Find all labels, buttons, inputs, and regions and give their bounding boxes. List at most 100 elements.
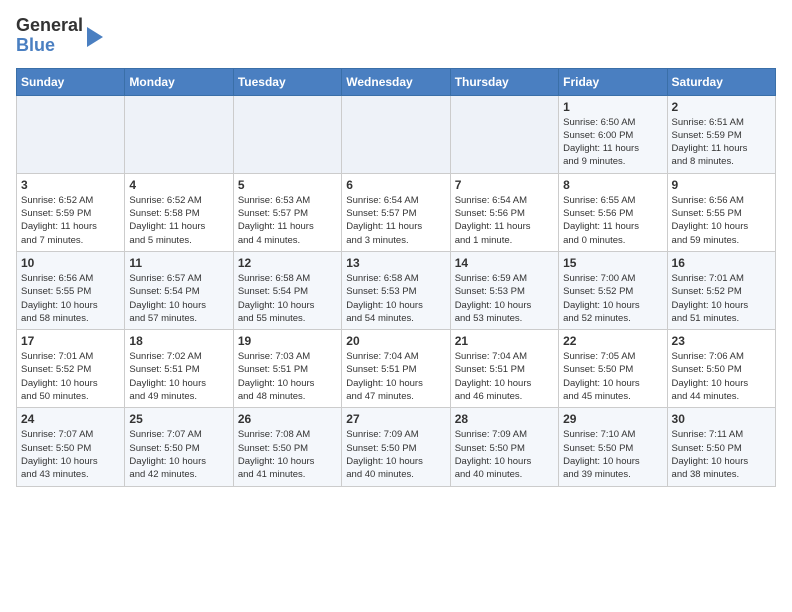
calendar-cell: 26Sunrise: 7:08 AM Sunset: 5:50 PM Dayli…: [233, 408, 341, 486]
day-info: Sunrise: 7:04 AM Sunset: 5:51 PM Dayligh…: [346, 350, 445, 403]
calendar-day-header: Saturday: [667, 68, 775, 95]
calendar-cell: 15Sunrise: 7:00 AM Sunset: 5:52 PM Dayli…: [559, 251, 667, 329]
day-number: 20: [346, 334, 445, 348]
day-info: Sunrise: 7:09 AM Sunset: 5:50 PM Dayligh…: [455, 428, 554, 481]
logo-blue: Blue: [16, 35, 55, 55]
day-number: 11: [129, 256, 228, 270]
day-info: Sunrise: 6:54 AM Sunset: 5:57 PM Dayligh…: [346, 194, 445, 247]
day-info: Sunrise: 7:10 AM Sunset: 5:50 PM Dayligh…: [563, 428, 662, 481]
day-number: 2: [672, 100, 771, 114]
page-header: General Blue: [16, 16, 776, 56]
calendar-cell: 28Sunrise: 7:09 AM Sunset: 5:50 PM Dayli…: [450, 408, 558, 486]
day-info: Sunrise: 6:57 AM Sunset: 5:54 PM Dayligh…: [129, 272, 228, 325]
day-number: 19: [238, 334, 337, 348]
calendar-week-row: 3 Sunrise: 6:52 AM Sunset: 5:59 PM Daylig…: [17, 173, 776, 251]
calendar-cell: 5 Sunrise: 6:53 AM Sunset: 5:57 PM Daylig…: [233, 173, 341, 251]
day-info: Sunrise: 7:05 AM Sunset: 5:50 PM Dayligh…: [563, 350, 662, 403]
calendar-day-header: Monday: [125, 68, 233, 95]
calendar-cell: 27 Sunrise: 7:09 AM Sunset: 5:50 PM Dayli…: [342, 408, 450, 486]
calendar-cell: 30Sunrise: 7:11 AM Sunset: 5:50 PM Dayli…: [667, 408, 775, 486]
day-number: 22: [563, 334, 662, 348]
day-number: 24: [21, 412, 120, 426]
calendar-cell: [17, 95, 125, 173]
day-info: Sunrise: 7:03 AM Sunset: 5:51 PM Dayligh…: [238, 350, 337, 403]
calendar-cell: 10Sunrise: 6:56 AM Sunset: 5:55 PM Dayli…: [17, 251, 125, 329]
day-info: Sunrise: 6:52 AM Sunset: 5:58 PM Dayligh…: [129, 194, 228, 247]
calendar-day-header: Wednesday: [342, 68, 450, 95]
calendar-cell: 25 Sunrise: 7:07 AM Sunset: 5:50 PM Dayli…: [125, 408, 233, 486]
calendar-cell: 3 Sunrise: 6:52 AM Sunset: 5:59 PM Daylig…: [17, 173, 125, 251]
calendar-cell: 6 Sunrise: 6:54 AM Sunset: 5:57 PM Daylig…: [342, 173, 450, 251]
day-number: 7: [455, 178, 554, 192]
day-info: Sunrise: 7:06 AM Sunset: 5:50 PM Dayligh…: [672, 350, 771, 403]
calendar-cell: 22 Sunrise: 7:05 AM Sunset: 5:50 PM Dayli…: [559, 330, 667, 408]
day-info: Sunrise: 6:59 AM Sunset: 5:53 PM Dayligh…: [455, 272, 554, 325]
day-info: Sunrise: 7:01 AM Sunset: 5:52 PM Dayligh…: [672, 272, 771, 325]
day-info: Sunrise: 7:07 AM Sunset: 5:50 PM Dayligh…: [129, 428, 228, 481]
calendar-cell: 2 Sunrise: 6:51 AM Sunset: 5:59 PM Daylig…: [667, 95, 775, 173]
day-number: 30: [672, 412, 771, 426]
day-info: Sunrise: 6:52 AM Sunset: 5:59 PM Dayligh…: [21, 194, 120, 247]
day-number: 18: [129, 334, 228, 348]
day-info: Sunrise: 6:56 AM Sunset: 5:55 PM Dayligh…: [672, 194, 771, 247]
day-number: 25: [129, 412, 228, 426]
day-info: Sunrise: 6:51 AM Sunset: 5:59 PM Dayligh…: [672, 116, 771, 169]
calendar-cell: [342, 95, 450, 173]
calendar-day-header: Thursday: [450, 68, 558, 95]
day-number: 14: [455, 256, 554, 270]
logo-general: General: [16, 15, 83, 35]
day-number: 3: [21, 178, 120, 192]
day-info: Sunrise: 6:56 AM Sunset: 5:55 PM Dayligh…: [21, 272, 120, 325]
calendar-week-row: 10Sunrise: 6:56 AM Sunset: 5:55 PM Dayli…: [17, 251, 776, 329]
calendar-cell: 16 Sunrise: 7:01 AM Sunset: 5:52 PM Dayli…: [667, 251, 775, 329]
day-number: 13: [346, 256, 445, 270]
calendar-cell: [125, 95, 233, 173]
day-number: 16: [672, 256, 771, 270]
day-info: Sunrise: 7:01 AM Sunset: 5:52 PM Dayligh…: [21, 350, 120, 403]
calendar-header-row: SundayMondayTuesdayWednesdayThursdayFrid…: [17, 68, 776, 95]
calendar-cell: 13Sunrise: 6:58 AM Sunset: 5:53 PM Dayli…: [342, 251, 450, 329]
calendar-cell: 11 Sunrise: 6:57 AM Sunset: 5:54 PM Dayli…: [125, 251, 233, 329]
day-number: 17: [21, 334, 120, 348]
day-number: 23: [672, 334, 771, 348]
calendar-cell: 9 Sunrise: 6:56 AM Sunset: 5:55 PM Daylig…: [667, 173, 775, 251]
day-info: Sunrise: 6:58 AM Sunset: 5:54 PM Dayligh…: [238, 272, 337, 325]
day-info: Sunrise: 7:04 AM Sunset: 5:51 PM Dayligh…: [455, 350, 554, 403]
day-info: Sunrise: 7:07 AM Sunset: 5:50 PM Dayligh…: [21, 428, 120, 481]
day-number: 15: [563, 256, 662, 270]
day-info: Sunrise: 6:50 AM Sunset: 6:00 PM Dayligh…: [563, 116, 662, 169]
calendar-week-row: 24 Sunrise: 7:07 AM Sunset: 5:50 PM Dayli…: [17, 408, 776, 486]
calendar-day-header: Friday: [559, 68, 667, 95]
calendar-cell: 24 Sunrise: 7:07 AM Sunset: 5:50 PM Dayli…: [17, 408, 125, 486]
day-number: 27: [346, 412, 445, 426]
calendar-cell: 21 Sunrise: 7:04 AM Sunset: 5:51 PM Dayli…: [450, 330, 558, 408]
calendar-cell: 4 Sunrise: 6:52 AM Sunset: 5:58 PM Daylig…: [125, 173, 233, 251]
day-number: 8: [563, 178, 662, 192]
day-number: 26: [238, 412, 337, 426]
calendar-cell: 18Sunrise: 7:02 AM Sunset: 5:51 PM Dayli…: [125, 330, 233, 408]
calendar-cell: 17 Sunrise: 7:01 AM Sunset: 5:52 PM Dayli…: [17, 330, 125, 408]
calendar-cell: 1Sunrise: 6:50 AM Sunset: 6:00 PM Daylig…: [559, 95, 667, 173]
day-number: 21: [455, 334, 554, 348]
calendar-week-row: 1Sunrise: 6:50 AM Sunset: 6:00 PM Daylig…: [17, 95, 776, 173]
calendar-cell: [233, 95, 341, 173]
calendar-cell: 7 Sunrise: 6:54 AM Sunset: 5:56 PM Daylig…: [450, 173, 558, 251]
day-info: Sunrise: 7:09 AM Sunset: 5:50 PM Dayligh…: [346, 428, 445, 481]
calendar-day-header: Tuesday: [233, 68, 341, 95]
day-info: Sunrise: 6:54 AM Sunset: 5:56 PM Dayligh…: [455, 194, 554, 247]
day-number: 5: [238, 178, 337, 192]
calendar-cell: 8Sunrise: 6:55 AM Sunset: 5:56 PM Daylig…: [559, 173, 667, 251]
day-number: 4: [129, 178, 228, 192]
calendar-cell: 29 Sunrise: 7:10 AM Sunset: 5:50 PM Dayli…: [559, 408, 667, 486]
calendar-week-row: 17 Sunrise: 7:01 AM Sunset: 5:52 PM Dayli…: [17, 330, 776, 408]
day-number: 9: [672, 178, 771, 192]
day-info: Sunrise: 6:53 AM Sunset: 5:57 PM Dayligh…: [238, 194, 337, 247]
calendar-table: SundayMondayTuesdayWednesdayThursdayFrid…: [16, 68, 776, 487]
day-number: 6: [346, 178, 445, 192]
calendar-cell: 12 Sunrise: 6:58 AM Sunset: 5:54 PM Dayli…: [233, 251, 341, 329]
day-number: 29: [563, 412, 662, 426]
day-number: 12: [238, 256, 337, 270]
calendar-cell: [450, 95, 558, 173]
logo-text: General Blue: [16, 16, 83, 56]
logo-arrow-icon: [87, 27, 103, 47]
